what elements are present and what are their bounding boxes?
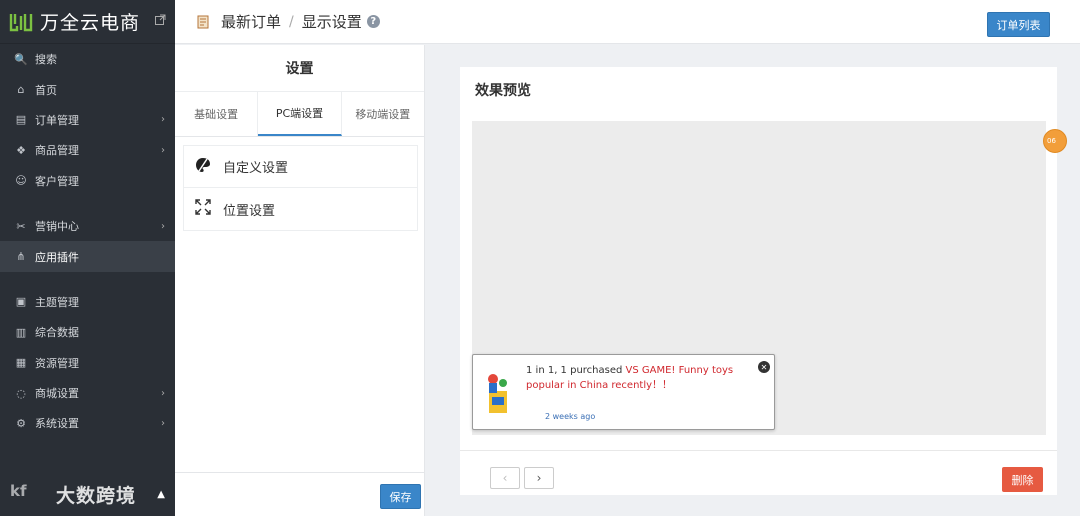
settings-panel: 设置 基础设置 PC端设置 移动端设置 自定义设置 位置设置 保存 xyxy=(175,45,425,516)
user-icon: ☺ xyxy=(15,174,27,188)
palette-icon xyxy=(194,157,212,177)
sidebar-nav: 🔍 搜索 ⌂ 首页 ▤ 订单管理 › ❖ 商品管理 › ☺ 客户管理 ✂ 营销中心 › ⋔ 应用插件… xyxy=(0,44,175,439)
settings-title: 设置 xyxy=(285,61,314,77)
chevron-right-icon: › xyxy=(161,417,165,429)
chevron-right-icon: › xyxy=(161,144,165,156)
preview-footer: ‹ › 删除 xyxy=(460,450,1057,495)
sidebar-item-search[interactable]: 🔍 搜索 xyxy=(0,44,175,74)
purchase-notification-popup[interactable]: 1 in 1, 1 purchased VS GAME! Funny toys … xyxy=(472,354,775,430)
tab-mobile-settings[interactable]: 移动端设置 xyxy=(342,92,424,136)
close-icon[interactable]: ✕ xyxy=(758,361,770,373)
next-button[interactable]: › xyxy=(524,467,554,489)
sidebar-item-label: 商品管理 xyxy=(35,144,79,158)
preview-area: 1 in 1, 1 purchased VS GAME! Funny toys … xyxy=(472,121,1046,435)
dropbox-icon: ❖ xyxy=(16,143,26,157)
circle-icon: ◌ xyxy=(16,386,26,400)
notification-time: 2 weeks ago xyxy=(545,412,596,421)
brand[interactable]: 万全云电商 xyxy=(0,0,175,44)
setting-item-label: 位置设置 xyxy=(223,203,276,219)
sidebar-item-home[interactable]: ⌂ 首页 xyxy=(0,74,175,104)
settings-footer: 保存 xyxy=(175,472,425,516)
external-link-icon[interactable] xyxy=(155,14,167,26)
sidebar-item-label: 订单管理 xyxy=(35,113,79,127)
watermark-text: 大数跨境 xyxy=(56,484,137,507)
grid-icon: ▦ xyxy=(15,356,27,370)
search-icon: 🔍 xyxy=(14,52,28,66)
sidebar-item-label: 综合数据 xyxy=(35,326,79,340)
sidebar-item-label: 系统设置 xyxy=(35,417,79,431)
sidebar: 万全云电商 🔍 搜索 ⌂ 首页 ▤ 订单管理 › ❖ 商品管理 › ☺ 客户管理 ✂ 营销中心 ›… xyxy=(0,0,175,516)
sidebar-item-label: 主题管理 xyxy=(35,295,79,309)
logo-icon xyxy=(8,11,34,33)
sitemap-icon: ⋔ xyxy=(16,250,26,264)
brand-name: 万全云电商 xyxy=(40,12,141,34)
breadcrumb-latest-orders[interactable]: 最新订单 xyxy=(221,11,281,32)
sidebar-item-themes[interactable]: ▣ 主题管理 xyxy=(0,287,175,317)
sidebar-item-label: 搜索 xyxy=(35,53,57,67)
sidebar-item-label: 营销中心 xyxy=(35,220,79,234)
theme-icon: ▣ xyxy=(15,295,27,309)
sidebar-item-resources[interactable]: ▦ 资源管理 xyxy=(0,348,175,378)
notification-message: 1 in 1, 1 purchased VS GAME! Funny toys … xyxy=(526,363,741,393)
sidebar-item-customers[interactable]: ☺ 客户管理 xyxy=(0,166,175,196)
breadcrumb-separator: / xyxy=(289,13,294,30)
document-icon xyxy=(195,14,211,30)
caret-up-icon[interactable]: ▲ xyxy=(157,489,165,500)
custom-settings-item[interactable]: 自定义设置 xyxy=(184,146,417,188)
settings-tabs: 基础设置 PC端设置 移动端设置 xyxy=(175,91,424,137)
sidebar-item-label: 商城设置 xyxy=(35,387,79,401)
sidebar-item-data[interactable]: ▥ 综合数据 xyxy=(0,317,175,347)
sidebar-item-products[interactable]: ❖ 商品管理 › xyxy=(0,135,175,165)
bar-chart-icon: ▥ xyxy=(15,325,27,339)
floating-badge[interactable]: 06 xyxy=(1043,129,1067,153)
tab-basic-settings[interactable]: 基础设置 xyxy=(175,92,259,136)
home-icon: ⌂ xyxy=(17,83,25,97)
notification-prefix: 1 in 1, 1 purchased xyxy=(526,365,626,376)
sidebar-item-label: 应用插件 xyxy=(35,250,79,264)
sidebar-item-marketing[interactable]: ✂ 营销中心 › xyxy=(0,211,175,241)
sidebar-item-label: 资源管理 xyxy=(35,356,79,370)
sidebar-item-shop-settings[interactable]: ◌ 商城设置 › xyxy=(0,378,175,408)
order-icon: ▤ xyxy=(15,113,27,127)
delete-button[interactable]: 删除 xyxy=(1002,467,1043,492)
position-settings-item[interactable]: 位置设置 xyxy=(184,188,417,230)
sidebar-item-label: 首页 xyxy=(35,83,57,97)
chevron-right-icon: › xyxy=(161,220,165,232)
sidebar-item-system-settings[interactable]: ⚙ 系统设置 › xyxy=(0,408,175,438)
sidebar-footer: kf 大数跨境 ▲ xyxy=(0,472,175,516)
prev-button[interactable]: ‹ xyxy=(490,467,520,489)
expand-icon xyxy=(194,199,212,219)
setting-list: 自定义设置 位置设置 xyxy=(183,145,418,231)
setting-item-label: 自定义设置 xyxy=(223,161,289,176)
preview-card: 效果预览 1 in 1, 1 purchased VS GAME! Funny … xyxy=(460,67,1067,495)
save-button[interactable]: 保存 xyxy=(380,484,421,509)
sidebar-item-plugins[interactable]: ⋔ 应用插件 xyxy=(0,241,175,272)
sidebar-item-orders[interactable]: ▤ 订单管理 › xyxy=(0,105,175,135)
scissors-icon: ✂ xyxy=(16,219,26,233)
product-thumbnail xyxy=(483,369,511,417)
preview-title: 效果预览 xyxy=(475,83,531,99)
sidebar-item-label: 客户管理 xyxy=(35,174,79,188)
topbar: 最新订单 / 显示设置 ? 订单列表 xyxy=(175,0,1080,44)
help-icon[interactable]: ? xyxy=(366,15,380,28)
chevron-right-icon: › xyxy=(161,387,165,399)
watermark-logo: kf xyxy=(10,482,27,500)
gear-icon: ⚙ xyxy=(16,416,26,430)
page-title: 显示设置 xyxy=(301,13,362,31)
order-list-button[interactable]: 订单列表 xyxy=(987,12,1050,37)
tab-pc-settings[interactable]: PC端设置 xyxy=(258,92,342,136)
chevron-right-icon: › xyxy=(161,114,165,126)
